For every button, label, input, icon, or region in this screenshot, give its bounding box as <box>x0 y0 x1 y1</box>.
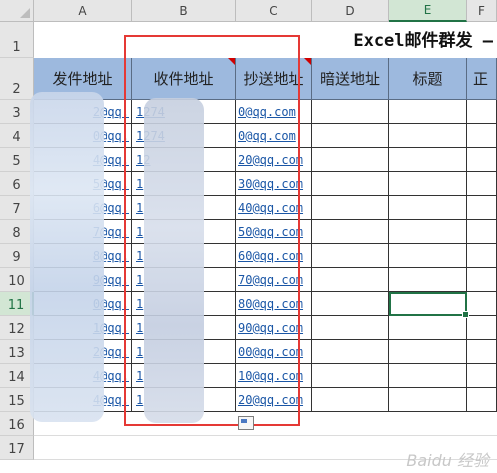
row-header-3[interactable]: 3 <box>0 100 34 124</box>
body-cell[interactable] <box>467 316 497 340</box>
row-header-7[interactable]: 7 <box>0 196 34 220</box>
body-cell[interactable] <box>467 220 497 244</box>
subject-cell[interactable] <box>389 364 467 388</box>
bcc-cell[interactable] <box>312 316 389 340</box>
subject-cell[interactable] <box>389 220 467 244</box>
spreadsheet: A B C D E F 1 2 3 4 5 6 7 8 9 10 11 12 1… <box>0 0 497 473</box>
fill-handle[interactable] <box>462 311 469 318</box>
redaction-blur-sender <box>30 92 104 422</box>
row-header-4[interactable]: 4 <box>0 124 34 148</box>
row-header-2[interactable]: 2 <box>0 58 34 100</box>
body-cell[interactable] <box>467 364 497 388</box>
subject-cell[interactable] <box>389 340 467 364</box>
row-header-5[interactable]: 5 <box>0 148 34 172</box>
row-header-13[interactable]: 13 <box>0 340 34 364</box>
body-cell[interactable] <box>467 292 497 316</box>
body-cell[interactable] <box>467 268 497 292</box>
paste-options-icon[interactable] <box>238 416 254 430</box>
column-header-c[interactable]: C <box>236 0 312 22</box>
bcc-cell[interactable] <box>312 124 389 148</box>
row-header-1[interactable]: 1 <box>0 22 34 58</box>
bcc-cell[interactable] <box>312 268 389 292</box>
row-header-17[interactable]: 17 <box>0 436 34 460</box>
active-cell-selection[interactable] <box>389 292 469 318</box>
header-bcc[interactable]: 暗送地址 <box>312 58 389 100</box>
subject-cell[interactable] <box>389 244 467 268</box>
bcc-cell[interactable] <box>312 196 389 220</box>
body-cell[interactable] <box>467 172 497 196</box>
subject-cell[interactable] <box>389 100 467 124</box>
column-header-d[interactable]: D <box>312 0 389 22</box>
row-header-12[interactable]: 12 <box>0 316 34 340</box>
body-cell[interactable] <box>467 388 497 412</box>
subject-cell[interactable] <box>389 388 467 412</box>
bcc-cell[interactable] <box>312 292 389 316</box>
subject-cell[interactable] <box>389 124 467 148</box>
bcc-cell[interactable] <box>312 172 389 196</box>
body-cell[interactable] <box>467 148 497 172</box>
subject-cell[interactable] <box>389 196 467 220</box>
bcc-cell[interactable] <box>312 220 389 244</box>
highlight-annotation-box <box>124 35 300 426</box>
row-header-16[interactable]: 16 <box>0 412 34 436</box>
row-header-15[interactable]: 15 <box>0 388 34 412</box>
bcc-cell[interactable] <box>312 100 389 124</box>
row-header-9[interactable]: 9 <box>0 244 34 268</box>
column-header-b[interactable]: B <box>132 0 236 22</box>
subject-cell[interactable] <box>389 172 467 196</box>
select-all-corner[interactable] <box>0 0 34 22</box>
body-cell[interactable] <box>467 100 497 124</box>
body-cell[interactable] <box>467 244 497 268</box>
column-header-e[interactable]: E <box>389 0 467 22</box>
row-header-11[interactable]: 11 <box>0 292 34 316</box>
column-header-a[interactable]: A <box>34 0 132 22</box>
header-body[interactable]: 正 <box>467 58 497 100</box>
subject-cell[interactable] <box>389 148 467 172</box>
header-subject[interactable]: 标题 <box>389 58 467 100</box>
subject-cell[interactable] <box>389 268 467 292</box>
body-cell[interactable] <box>467 340 497 364</box>
bcc-cell[interactable] <box>312 148 389 172</box>
watermark: Baidu 经验 <box>406 451 489 470</box>
bcc-cell[interactable] <box>312 388 389 412</box>
bcc-cell[interactable] <box>312 340 389 364</box>
subject-cell[interactable] <box>389 316 467 340</box>
row-header-6[interactable]: 6 <box>0 172 34 196</box>
body-cell[interactable] <box>467 124 497 148</box>
row-header-10[interactable]: 10 <box>0 268 34 292</box>
select-all-triangle-icon <box>20 8 30 18</box>
row-header-14[interactable]: 14 <box>0 364 34 388</box>
row-header-8[interactable]: 8 <box>0 220 34 244</box>
bcc-cell[interactable] <box>312 364 389 388</box>
bcc-cell[interactable] <box>312 244 389 268</box>
column-header-f[interactable]: F <box>467 0 497 22</box>
body-cell[interactable] <box>467 196 497 220</box>
